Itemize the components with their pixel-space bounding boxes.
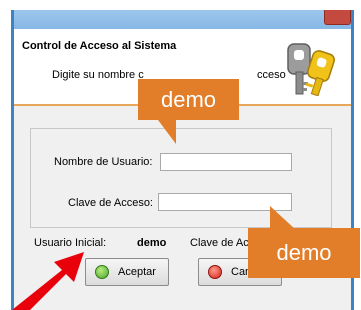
window-background: [0, 0, 361, 10]
username-callout: demo: [138, 79, 239, 120]
accept-button-label: Aceptar: [118, 266, 156, 278]
username-label: Nombre de Usuario:: [54, 156, 153, 168]
dialog-subtitle: Digite su nombre c: [52, 69, 144, 81]
dialog-title: Control de Acceso al Sistema: [22, 40, 177, 52]
initial-user-value: demo: [137, 237, 167, 249]
username-callout-tail: [158, 120, 176, 144]
pointer-arrow: [12, 252, 84, 310]
initial-password-label: Clave de Ac: [190, 237, 249, 249]
dialog-subtitle-end: cceso: [257, 69, 286, 81]
username-input[interactable]: [160, 153, 292, 171]
close-button[interactable]: [324, 10, 351, 25]
cancel-circle-icon: [208, 265, 222, 279]
keys-icon: [287, 43, 335, 96]
password-callout: demo: [248, 228, 360, 278]
password-callout-tail: [270, 206, 296, 230]
password-label: Clave de Acceso:: [68, 197, 153, 209]
